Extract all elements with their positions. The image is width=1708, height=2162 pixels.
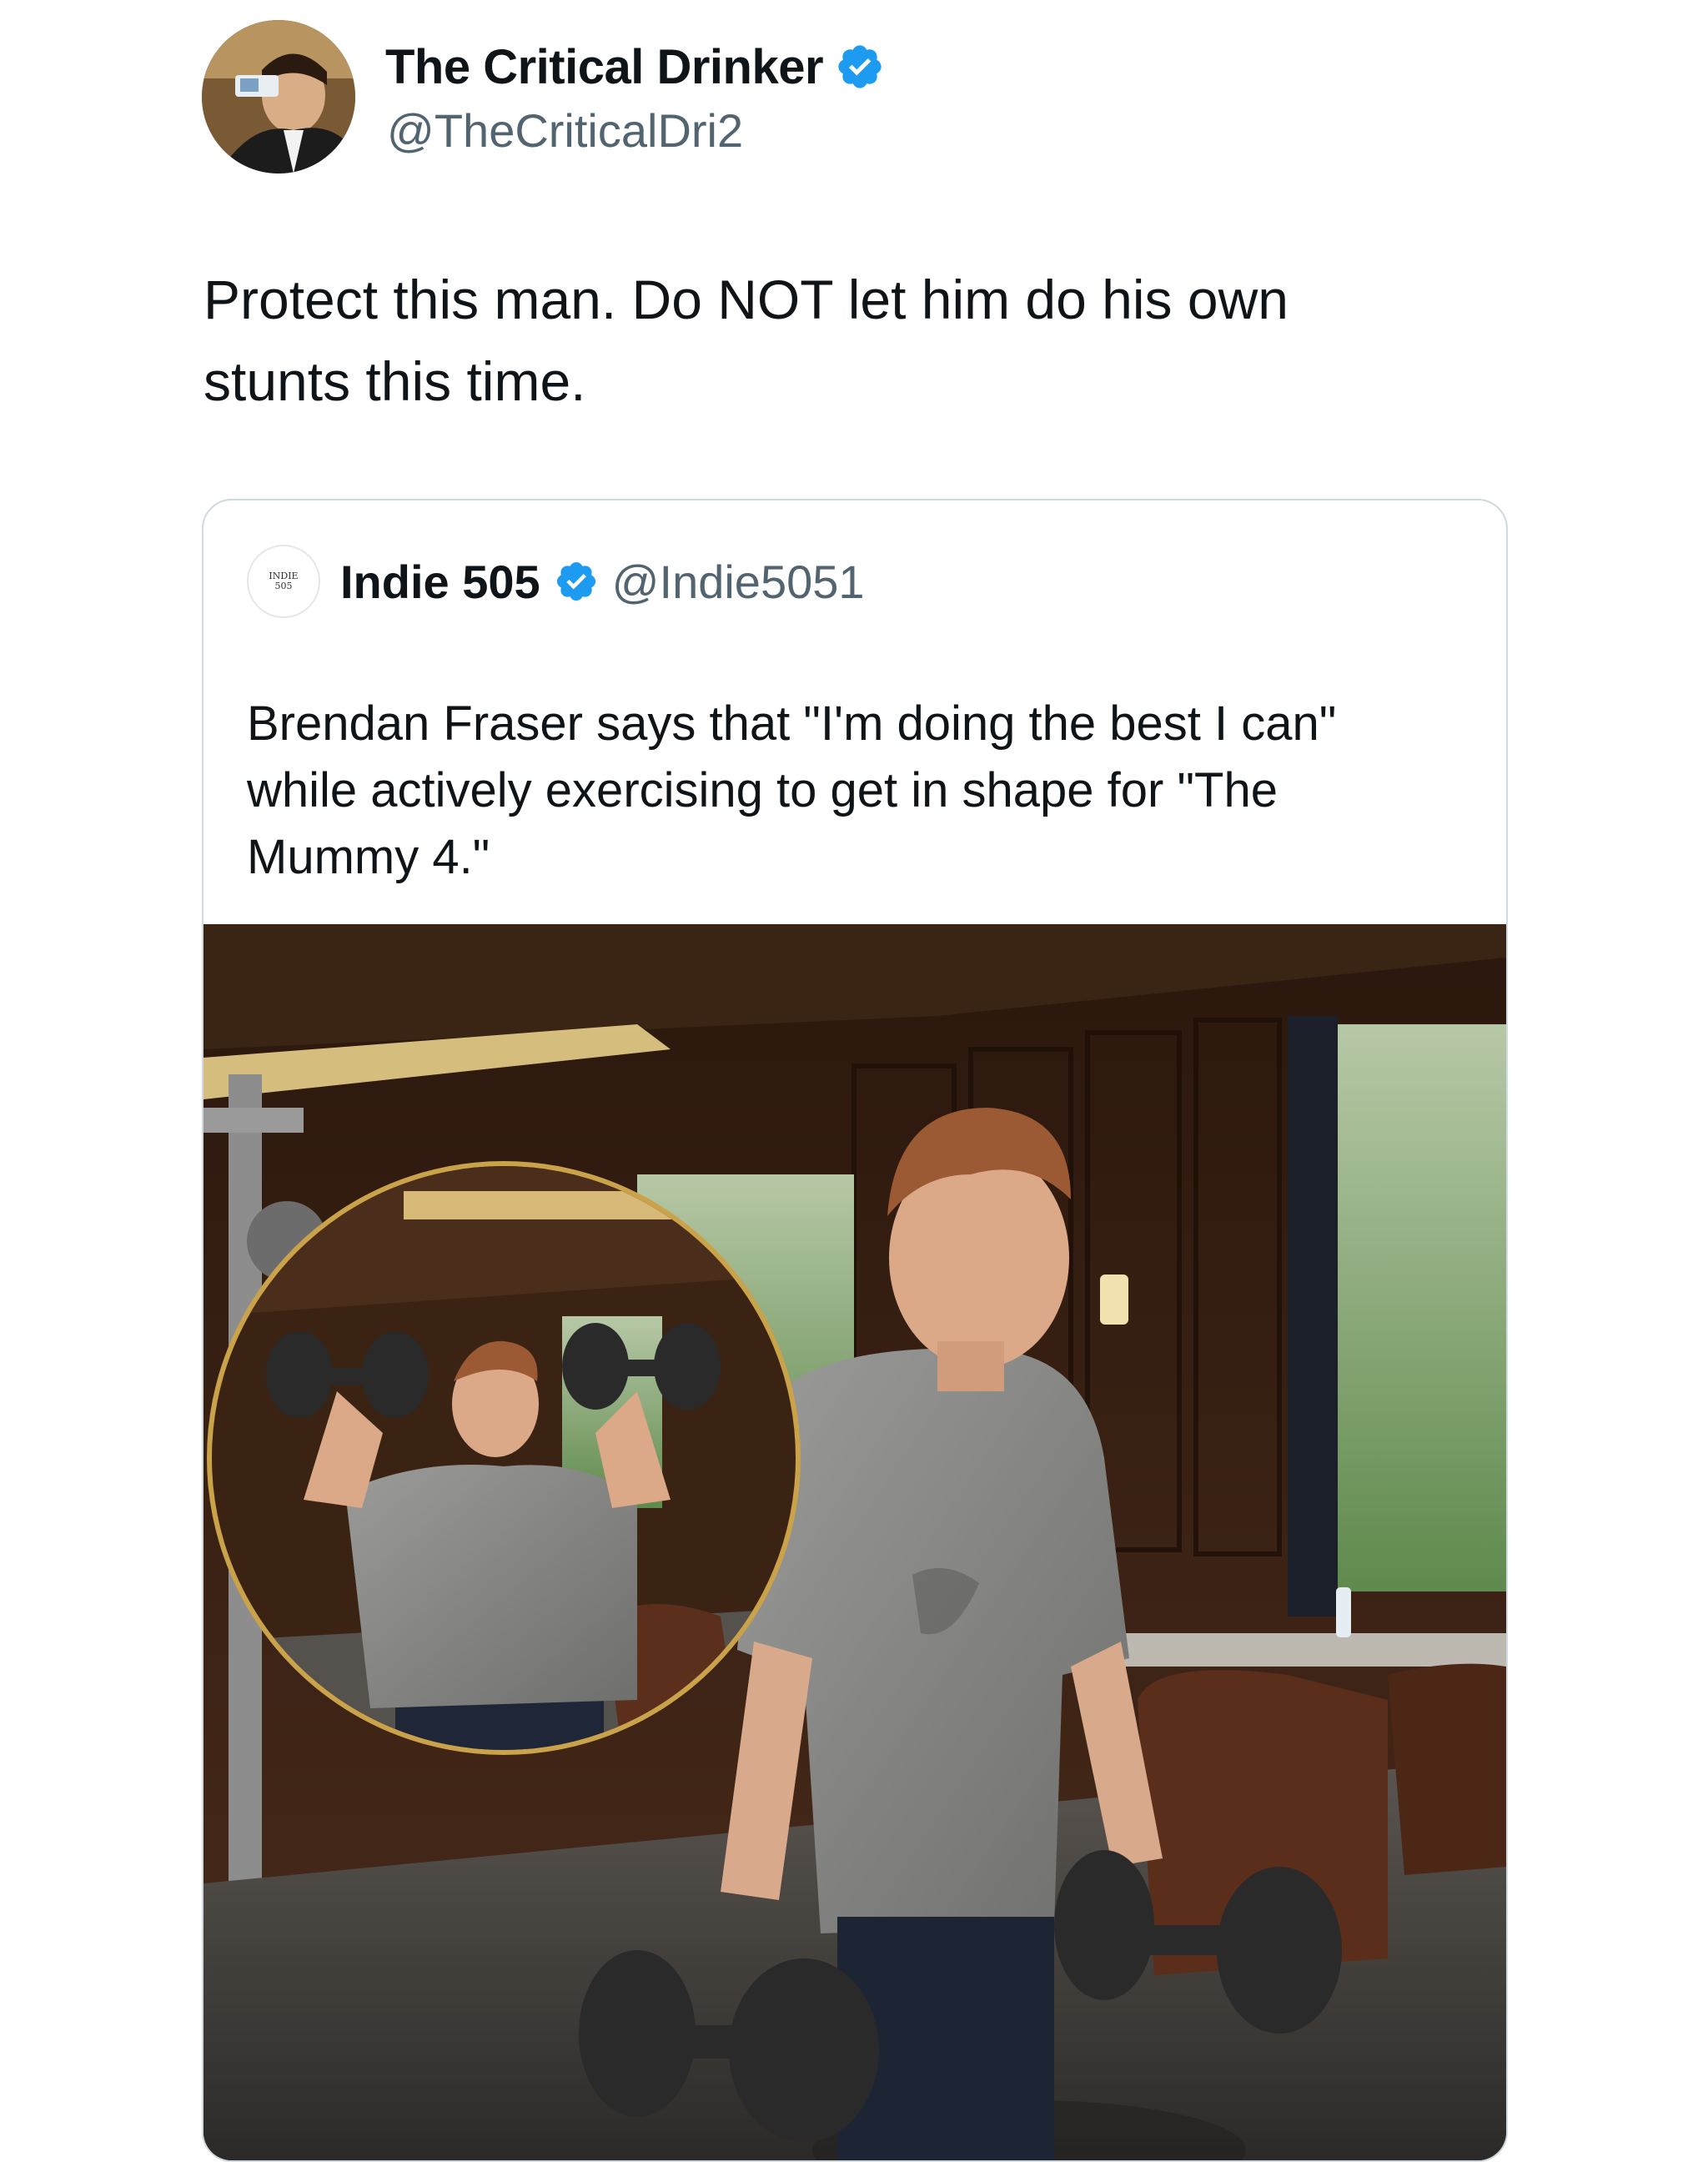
quoted-text-line: Mummy 4." <box>247 830 490 884</box>
quoted-author-avatar[interactable]: INDIE 505 <box>247 545 320 618</box>
quoted-text-line: while actively exercising to get in shap… <box>247 763 1278 817</box>
quoted-author-display-name[interactable]: Indie 505 <box>340 555 540 609</box>
tweet-text-line: stunts this time. <box>203 350 586 412</box>
quoted-text-line: Brendan Fraser says that "I'm doing the … <box>247 696 1337 751</box>
quoted-tweet-photo[interactable] <box>203 924 1506 2160</box>
gym-photo-illustration <box>203 924 1506 2160</box>
tweet-text-line: Protect this man. Do NOT let him do his … <box>203 269 1289 330</box>
author-handle[interactable]: @TheCriticalDri2 <box>387 103 743 158</box>
author-name-row: The Critical Drinker <box>385 37 885 97</box>
quoted-tweet-header: INDIE 505 Indie 505 @Indie5051 <box>247 544 865 619</box>
author-avatar-image <box>202 20 355 173</box>
author-display-name[interactable]: The Critical Drinker <box>385 39 824 95</box>
quoted-tweet-card[interactable]: INDIE 505 Indie 505 @Indie5051 Brendan F… <box>202 499 1508 2162</box>
author-avatar[interactable] <box>202 20 355 173</box>
verified-badge-icon <box>838 45 882 88</box>
verified-badge-icon <box>556 561 595 601</box>
quoted-tweet-text: Brendan Fraser says that "I'm doing the … <box>247 691 1464 891</box>
tweet-text: Protect this man. Do NOT let him do his … <box>203 259 1555 422</box>
quoted-author-handle[interactable]: @Indie5051 <box>612 555 865 609</box>
quoted-avatar-text: 505 <box>274 581 293 591</box>
